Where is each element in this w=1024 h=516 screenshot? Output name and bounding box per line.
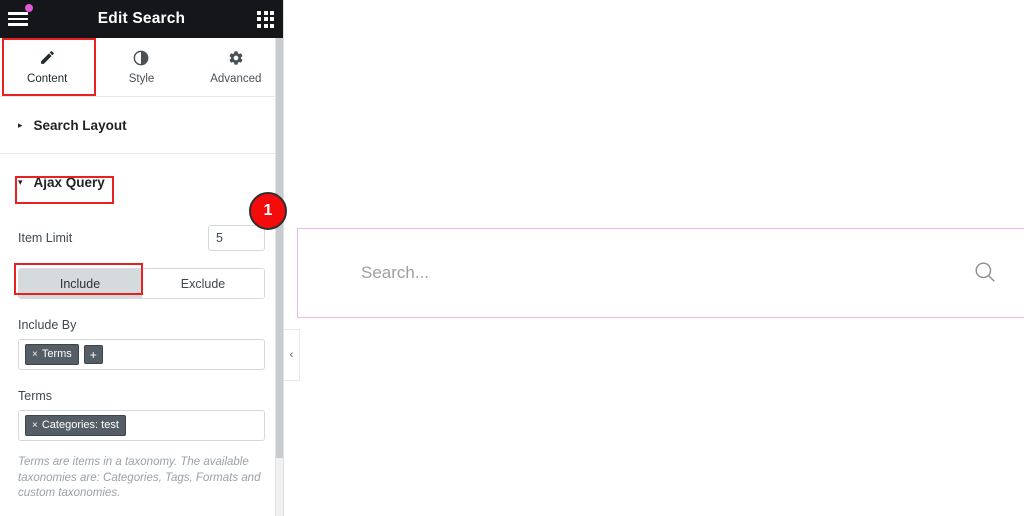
panel-tabs: Content Style Advanced [0, 38, 283, 97]
chevron-down-icon: ▾ [18, 177, 23, 187]
collapse-panel-handle[interactable]: ‹ [284, 329, 300, 381]
search-submit-button[interactable] [946, 229, 1024, 317]
panel-header: Edit Search [0, 0, 283, 38]
magnifier-icon [972, 259, 998, 288]
tab-style-label: Style [128, 73, 155, 85]
contrast-icon [133, 49, 149, 66]
panel-scrollbar-thumb[interactable] [276, 38, 283, 458]
panel-scrollbar-track[interactable] [275, 38, 283, 516]
gear-icon [228, 49, 244, 66]
include-button[interactable]: Include [19, 269, 142, 298]
token-remove-icon[interactable]: × [32, 349, 38, 360]
editor-root: Edit Search Content Style Advanced ▸ Sea… [0, 0, 1024, 516]
search-widget [297, 228, 1024, 318]
token-categories-test[interactable]: × Categories: test [25, 415, 126, 436]
tab-style[interactable]: Style [94, 38, 188, 96]
chevron-right-icon: ▸ [18, 119, 23, 130]
tab-advanced[interactable]: Advanced [189, 38, 283, 96]
include-exclude-toggle: Include Exclude [18, 268, 265, 299]
terms-help-text: Terms are items in a taxonomy. The avail… [18, 456, 261, 500]
apps-grid-icon[interactable] [257, 10, 274, 28]
item-limit-label: Item Limit [18, 231, 73, 245]
exclude-button[interactable]: Exclude [142, 269, 264, 298]
editor-panel: Edit Search Content Style Advanced ▸ Sea… [0, 0, 283, 516]
grid-dot [263, 23, 268, 28]
grid-dot [270, 23, 274, 28]
hamburger-bar [8, 23, 28, 26]
notification-dot-icon [25, 4, 33, 12]
grid-dot [270, 10, 274, 15]
hamburger-bar [8, 17, 28, 21]
section-search-layout[interactable]: ▸ Search Layout [0, 97, 283, 154]
grid-dot [263, 17, 268, 21]
token-label: Terms [41, 348, 72, 360]
chevron-left-icon: ‹ [289, 348, 294, 361]
item-limit-input[interactable] [208, 225, 265, 251]
pencil-icon [39, 49, 56, 66]
grid-dot [263, 10, 268, 15]
ajax-query-body: Item Limit Include Exclude Include By × … [0, 225, 283, 502]
hamburger-bar [8, 12, 28, 15]
token-remove-icon[interactable]: × [32, 420, 38, 431]
section-search-layout-title: Search Layout [33, 117, 127, 133]
hamburger-menu-icon[interactable] [8, 4, 33, 30]
annotation-step-badge: 1 [249, 192, 287, 230]
add-token-button[interactable]: + [83, 345, 103, 364]
include-by-field[interactable]: × Terms + [18, 339, 265, 370]
page-title: Edit Search [97, 10, 186, 27]
preview-canvas: ‹ [283, 0, 1024, 516]
grid-dot [257, 23, 261, 28]
section-ajax-query[interactable]: ▾ Ajax Query [0, 154, 283, 211]
grid-dot [257, 17, 261, 21]
grid-dot [270, 17, 274, 21]
terms-field[interactable]: × Categories: test [18, 410, 265, 441]
section-ajax-query-title: Ajax Query [33, 175, 105, 190]
tab-content-label: Content [27, 73, 68, 85]
tab-content[interactable]: Content [0, 38, 94, 96]
search-input[interactable] [298, 262, 946, 284]
include-by-label: Include By [18, 318, 77, 332]
item-limit-row: Item Limit [18, 225, 265, 251]
token-terms[interactable]: × Terms [25, 344, 79, 365]
token-label: Categories: test [41, 419, 119, 431]
tab-advanced-label: Advanced [210, 73, 262, 85]
grid-dot [257, 10, 261, 15]
terms-label: Terms [18, 389, 53, 403]
